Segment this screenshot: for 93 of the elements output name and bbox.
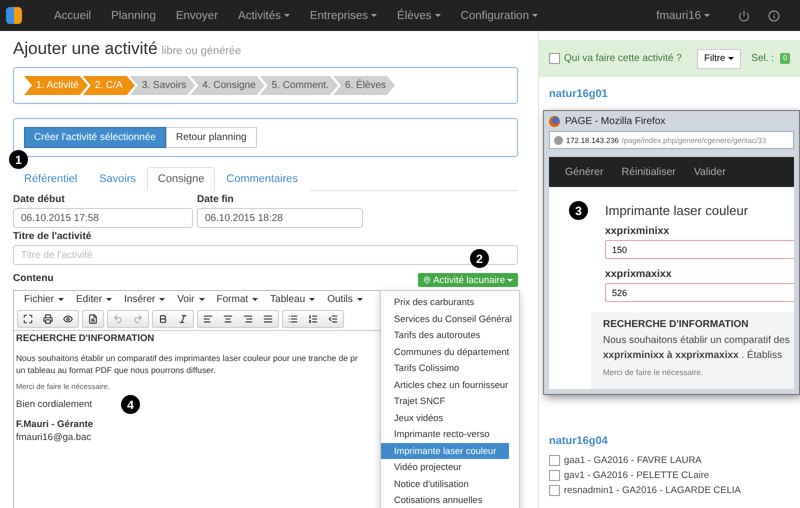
menu-item[interactable]: Trajet SNCF	[381, 393, 509, 410]
content-heading: RECHERCHE D'INFORMATION	[16, 333, 154, 346]
nav-link[interactable]: Activités	[228, 10, 300, 22]
bold-icon[interactable]	[158, 314, 168, 324]
bullet-list-icon[interactable]	[288, 314, 298, 324]
callout-number: 4	[121, 395, 140, 414]
editor-menu[interactable]: Editer	[70, 294, 118, 305]
filter-button[interactable]: Filtre	[697, 48, 742, 68]
student-label: gav1 - GA2016 - PELETTE CLaire	[564, 470, 710, 481]
select-all-checkbox[interactable]	[549, 53, 560, 64]
student-label: gaa1 - GA2016 - FAVRE LAURA	[564, 455, 702, 466]
power-icon[interactable]	[738, 10, 750, 22]
preview-icon[interactable]	[63, 314, 73, 324]
nav-link[interactable]: Réinitialiser	[622, 166, 676, 178]
preview-paragraph: Nous souhaitons établir un comparatif des xxprixminixx à xxprixmaxixx . Établiss	[603, 334, 791, 362]
info-icon[interactable]	[768, 10, 780, 22]
print-icon[interactable]	[43, 314, 53, 324]
group-link[interactable]: natur16g04	[539, 435, 800, 447]
value-field[interactable]: 150	[605, 240, 794, 259]
menu-item[interactable]: Prix des carburants	[381, 294, 509, 310]
field-label: Date fin	[197, 194, 234, 206]
editor-menu[interactable]: Format	[210, 294, 264, 305]
page-subtitle: libre ou générée	[162, 45, 242, 57]
popup-heading: Imprimante laser couleur	[605, 203, 748, 218]
closing-text: Bien cordialement	[16, 398, 92, 412]
editor-menu[interactable]: Fichier	[18, 294, 70, 305]
firefox-icon	[549, 116, 560, 126]
field-label: Date début	[13, 194, 65, 206]
numbered-list-icon[interactable]	[308, 314, 318, 324]
signature-text: F.Mauri - Gérante	[16, 418, 94, 432]
nav-link[interactable]: Envoyer	[166, 10, 228, 22]
student-checkbox[interactable]	[549, 455, 560, 466]
callout-number: 1	[9, 150, 28, 169]
field-label: xxprixmaxixx	[605, 268, 672, 280]
italic-icon[interactable]	[178, 314, 188, 324]
student-checkbox[interactable]	[549, 470, 560, 481]
nav-link[interactable]: Valider	[694, 166, 726, 178]
nav-link[interactable]: Entreprises	[300, 10, 388, 22]
editor-menu[interactable]: Outils	[321, 294, 369, 305]
globe-icon	[554, 136, 563, 144]
menu-item[interactable]: Imprimante recto-verso	[381, 426, 509, 442]
nav-link[interactable]: Accueil	[44, 10, 102, 22]
email-text: fmauri16@ga.bac	[16, 432, 92, 444]
menu-item[interactable]: Tarifs Colissimo	[381, 360, 509, 376]
fullscreen-icon[interactable]	[23, 314, 33, 324]
align-center-icon[interactable]	[223, 314, 233, 324]
student-label: resnadmin1 - GA2016 - LAGARDE CELIA	[564, 485, 741, 496]
menu-item[interactable]: Imprimante laser couleur	[381, 442, 509, 459]
editor-menu[interactable]: Tableau	[264, 294, 322, 305]
selected-label: Sel. :	[751, 53, 774, 64]
wizard-step[interactable]: 4. Consigne	[190, 76, 265, 95]
date-field[interactable]: 06.10.2015 18:28	[197, 208, 363, 228]
pin-icon	[423, 276, 432, 284]
find-icon[interactable]	[88, 314, 98, 324]
menu-item[interactable]: Services du Conseil Général	[381, 310, 509, 327]
user-menu[interactable]: fmauri16	[646, 10, 720, 22]
editor-menu[interactable]: Voir	[171, 294, 210, 305]
wizard-step[interactable]: 6. Élèves	[332, 76, 396, 95]
menu-item[interactable]: Communes du département	[381, 344, 509, 360]
nav-link[interactable]: Élèves	[387, 10, 451, 22]
menu-item[interactable]: Notice d'utilisation	[381, 476, 509, 492]
tab[interactable]: Consigne	[146, 167, 216, 191]
menu-item[interactable]: Vidéo projecteur	[381, 459, 509, 476]
page-title: Ajouter une activité libre ou générée	[13, 39, 242, 60]
outdent-icon[interactable]	[328, 314, 338, 324]
content-paragraph: Nous souhaitons établir un comparatif des imprimantes laser couleur pour une tranche de pr un tableau au format PDF que nous pourrons diffuser.	[16, 352, 358, 376]
wizard-step[interactable]: 3. Savoirs	[130, 76, 196, 95]
create-button[interactable]: Créer l'activité sélectionnée	[24, 127, 166, 148]
date-field[interactable]: 06.10.2015 17:58	[13, 208, 193, 228]
back-button[interactable]: Retour planning	[166, 127, 257, 148]
editor-menu[interactable]: Insérer	[118, 294, 172, 305]
menu-item[interactable]: Tarifs des autoroutes	[381, 327, 509, 344]
menu-item[interactable]: Articles chez un fournisseur	[381, 376, 509, 393]
assignees-label: Qui va faire cette activité ?	[564, 53, 682, 64]
nav-link[interactable]: Configuration	[450, 10, 548, 22]
preview-note: Merci de faire le nécessaire.	[603, 368, 704, 377]
nav-link[interactable]: Planning	[101, 10, 166, 22]
field-label: Titre de l'activité	[13, 231, 92, 243]
menu-item[interactable]: Cotisations annuelles	[381, 492, 509, 508]
field-label: xxprixminixx	[605, 225, 670, 237]
align-left-icon[interactable]	[203, 314, 213, 324]
preview-heading: RECHERCHE D'INFORMATION	[603, 319, 750, 330]
wizard-step[interactable]: 5. Comment.	[260, 76, 338, 95]
field-label: Contenu	[13, 273, 54, 285]
value-field[interactable]: 526	[605, 283, 794, 302]
group-link[interactable]: natur16g01	[539, 88, 800, 100]
nav-link[interactable]: Générer	[565, 166, 604, 178]
align-right-icon[interactable]	[243, 314, 253, 324]
student-checkbox[interactable]	[549, 485, 560, 496]
app-logo[interactable]	[6, 7, 22, 24]
menu-item[interactable]: Jeux vidéos	[381, 410, 509, 426]
justify-icon[interactable]	[263, 314, 273, 324]
window-title: PAGE - Mozilla Firefox	[565, 116, 666, 126]
